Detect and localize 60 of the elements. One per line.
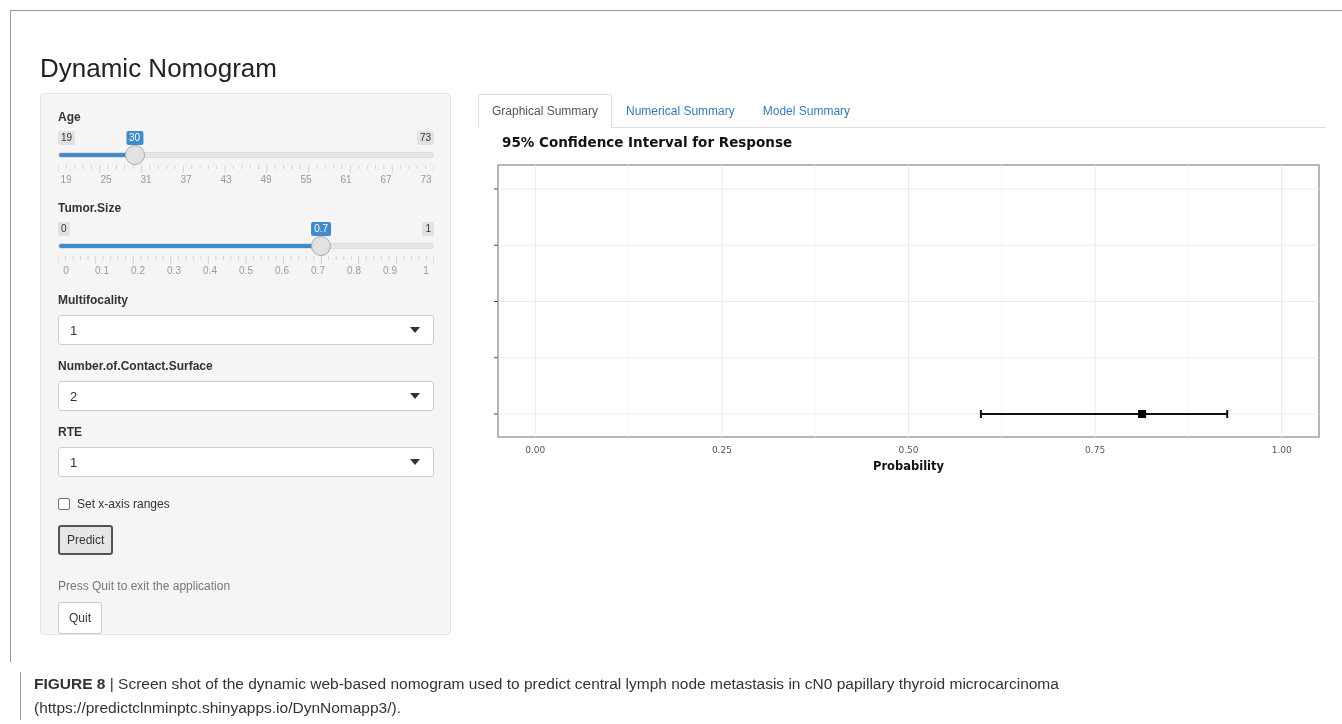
current-value: 0.7	[311, 222, 332, 236]
dropdown[interactable]: 1	[58, 447, 434, 477]
tick-label: 31	[140, 174, 152, 185]
tick-label: 67	[380, 174, 392, 185]
tick-label: 61	[340, 174, 352, 185]
tick-label: 0.1	[95, 265, 109, 276]
tick-label: 0.7	[311, 265, 325, 276]
min-value: 19	[58, 131, 76, 145]
tick-label: 43	[220, 174, 232, 185]
dropdown[interactable]: 1	[58, 315, 434, 345]
slider-track[interactable]	[58, 152, 434, 158]
tick-label: 0.8	[347, 265, 361, 276]
axis-tick-label: 1.00	[1271, 445, 1292, 455]
slider-handle[interactable]	[311, 236, 332, 256]
tick-label: 0.6	[275, 265, 289, 276]
predict-button[interactable]: Predict	[58, 525, 114, 555]
axis-tick-label: 0.75	[1085, 445, 1106, 455]
figure-caption: FIGURE 8 | Screen shot of the dynamic web-based nomogram used to predict central lymph node metastasis in cN0 papillary thyroid microcarcinoma (https://predictclnminptc.shinyapps.io/DynNomapp3/).	[20, 672, 1324, 720]
checkbox-label: Set x-axis ranges	[77, 497, 170, 511]
dropdown[interactable]: 2	[58, 381, 434, 411]
tick-label: 1	[423, 265, 429, 276]
min-value: 0	[58, 222, 70, 236]
field-label: RTE	[58, 425, 83, 441]
help-text: Press Quit to exit the application	[58, 579, 232, 593]
current-value: 30	[126, 131, 144, 145]
field-label: Tumor.Size	[58, 201, 123, 217]
tick-label: 0	[63, 265, 69, 276]
checkbox[interactable]	[58, 498, 70, 510]
tick-label: 73	[420, 174, 432, 185]
axis-title: Probability	[873, 459, 944, 473]
max-value: 73	[416, 131, 434, 145]
caret-icon	[410, 459, 420, 465]
field-label: Multifocality	[58, 293, 129, 309]
caret-icon	[410, 393, 420, 399]
tick-label: 0.4	[203, 265, 217, 276]
axis-tick-label: 0.50	[898, 445, 919, 455]
tab[interactable]: Graphical Summary	[478, 94, 613, 128]
tick-label: 0.9	[383, 265, 397, 276]
max-value: 1	[422, 222, 434, 236]
tick-label: 0.3	[167, 265, 181, 276]
slider-handle[interactable]	[124, 145, 145, 165]
field-label: Age	[58, 110, 82, 126]
tick-label: 19	[60, 174, 72, 185]
caret-icon	[410, 327, 420, 333]
point-marker	[1138, 410, 1147, 418]
page-title: Dynamic Nomogram	[40, 53, 278, 83]
quit-button[interactable]: Quit	[58, 602, 102, 634]
axis-tick-label: 0.00	[525, 445, 546, 455]
tick-label: 37	[180, 174, 192, 185]
slider-track[interactable]	[58, 243, 434, 249]
field-label: Number.of.Contact.Surface	[58, 359, 214, 375]
tick-label: 25	[100, 174, 112, 185]
plot-title: 95% Confidence Interval for Response	[502, 134, 794, 150]
tick-label: 0.5	[239, 265, 253, 276]
tab[interactable]: Model Summary	[748, 94, 865, 128]
tick-label: 49	[260, 174, 272, 185]
tab[interactable]: Numerical Summary	[612, 94, 749, 128]
tick-label: 55	[300, 174, 312, 185]
tick-label: 0.2	[131, 265, 145, 276]
axis-tick-label: 0.25	[711, 445, 732, 455]
